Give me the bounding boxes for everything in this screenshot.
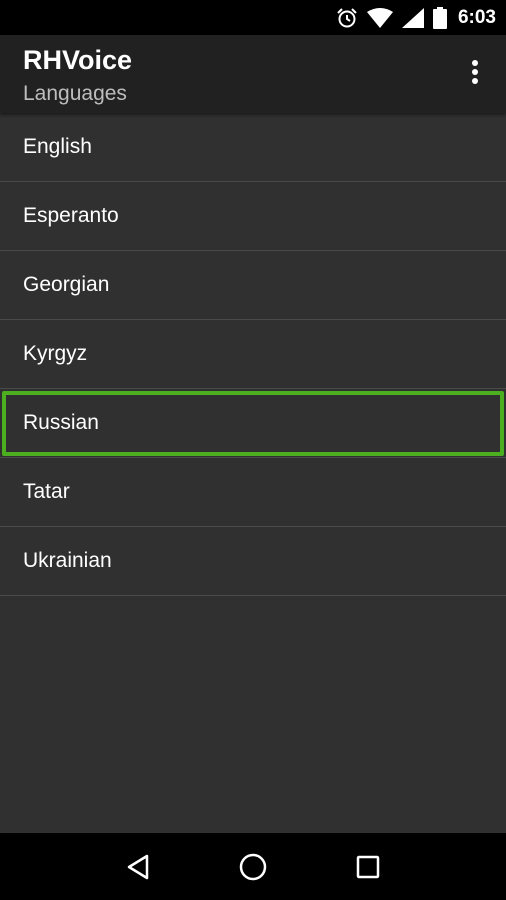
navigation-bar [0, 833, 506, 900]
language-item-esperanto[interactable]: Esperanto [0, 182, 506, 251]
language-item-kyrgyz[interactable]: Kyrgyz [0, 320, 506, 389]
language-label: Ukrainian [23, 549, 112, 572]
back-icon [127, 854, 148, 879]
overflow-menu-button[interactable] [458, 55, 492, 89]
language-label: Tatar [23, 480, 70, 503]
language-item-tatar[interactable]: Tatar [0, 458, 506, 527]
language-item-georgian[interactable]: Georgian [0, 251, 506, 320]
language-label: English [23, 135, 92, 158]
app-bar: RHVoice Languages [0, 35, 506, 113]
language-label: Kyrgyz [23, 342, 88, 365]
back-button[interactable] [108, 837, 168, 897]
language-item-ukrainian[interactable]: Ukrainian [0, 527, 506, 596]
status-time: 6:03 [457, 6, 496, 28]
language-item-russian[interactable]: Russian [0, 389, 506, 458]
overflow-menu-icon [472, 60, 478, 84]
alarm-icon [337, 7, 357, 27]
language-label: Esperanto [23, 204, 119, 227]
home-button[interactable] [223, 837, 283, 897]
signal-icon [401, 7, 424, 28]
language-item-english[interactable]: English [0, 113, 506, 182]
language-label: Russian [23, 411, 99, 434]
app-title: RHVoice [23, 45, 133, 75]
language-label: Georgian [23, 273, 110, 296]
home-icon [239, 853, 267, 880]
wifi-icon [366, 7, 393, 28]
app-subtitle: Languages [23, 82, 127, 105]
recents-icon [357, 855, 380, 878]
language-list: English Esperanto Georgian Kyrgyz Russia… [0, 113, 506, 596]
status-bar: 6:03 [0, 0, 506, 35]
recents-button[interactable] [338, 837, 398, 897]
battery-icon [432, 6, 447, 29]
